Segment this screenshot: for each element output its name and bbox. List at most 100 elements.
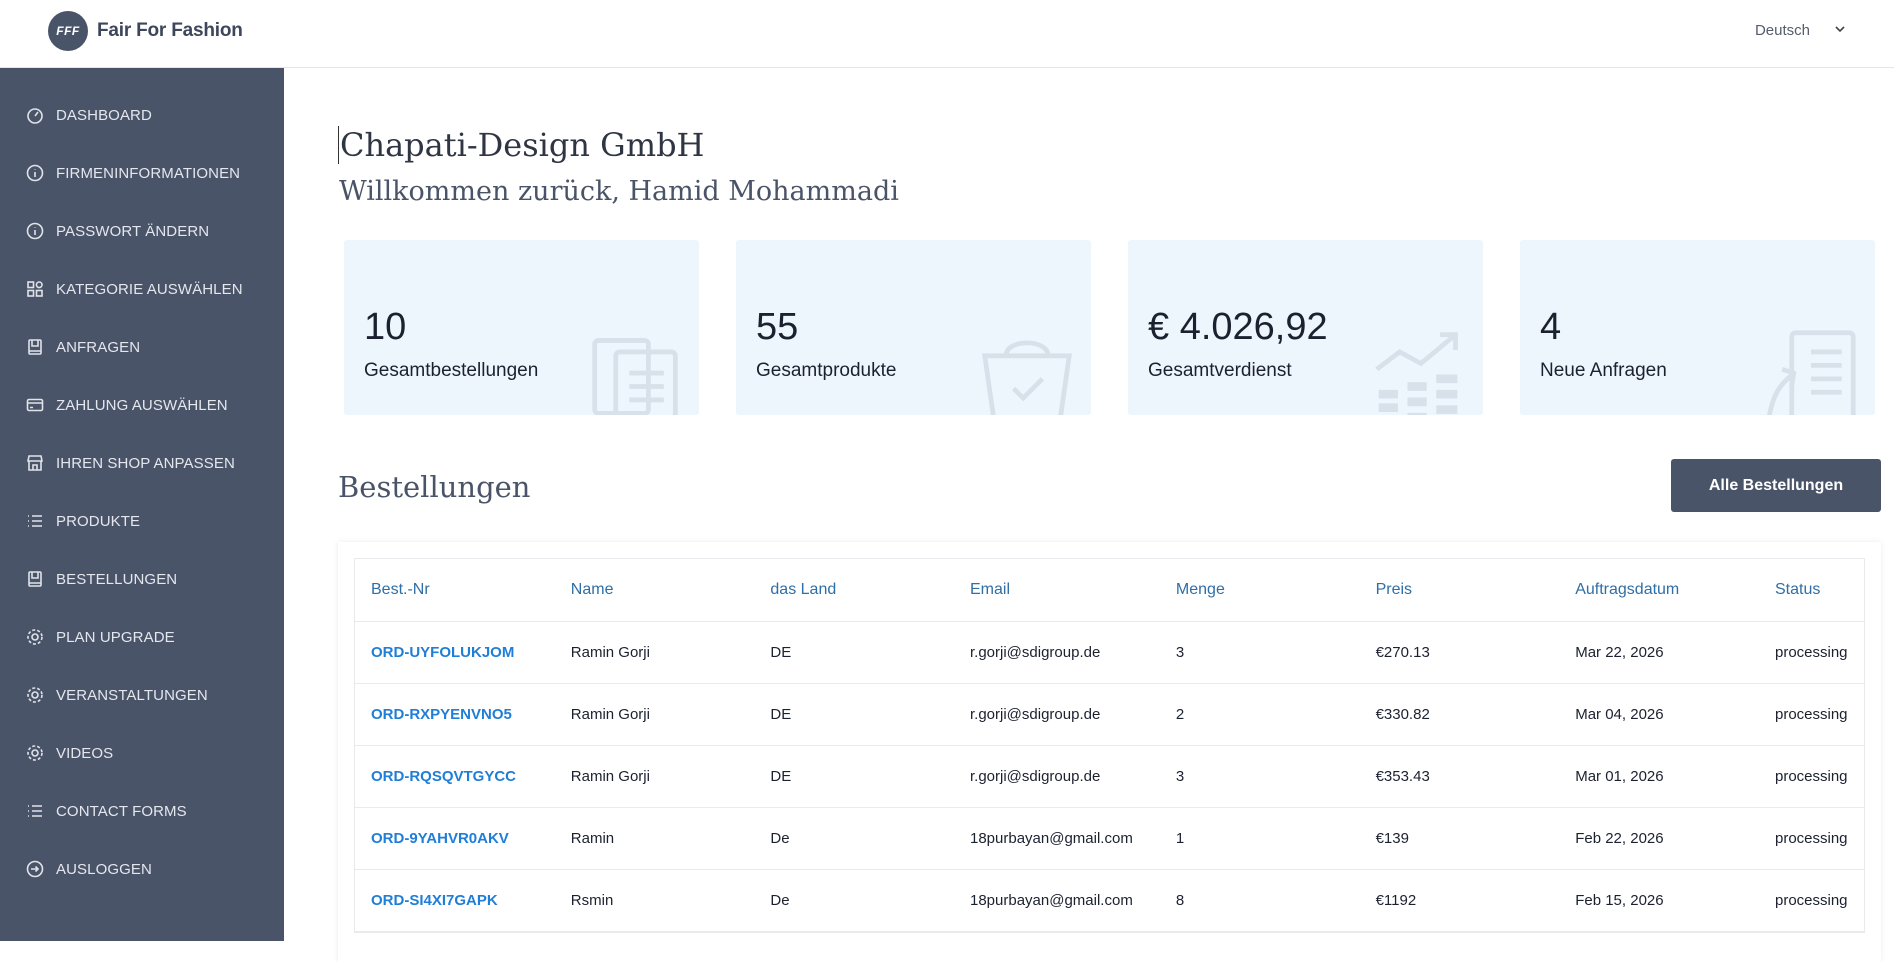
order-number-link[interactable]: ORD-9YAHVR0AKV <box>355 807 555 870</box>
orders-card: Best.-Nr Name das Land Email Menge Preis… <box>338 542 1881 962</box>
orders-table: Best.-Nr Name das Land Email Menge Preis… <box>355 559 1864 932</box>
order-number-link[interactable]: ORD-UYFOLUKJOM <box>355 621 555 684</box>
cell-date: Mar 01, 2026 <box>1559 745 1759 808</box>
column-header: das Land <box>754 559 954 622</box>
sidebar-item-dashboard[interactable]: DASHBOARD <box>0 86 284 144</box>
stat-card-products: 55 Gesamtprodukte <box>736 240 1091 415</box>
cell-country: De <box>754 869 954 932</box>
cell-quantity: 8 <box>1159 869 1360 932</box>
inbox-icon <box>24 336 46 358</box>
column-header: Email <box>954 559 1160 622</box>
stat-value: € 4.026,92 <box>1148 306 1328 348</box>
main-content: Chapati-Design GmbH Willkommen zurück, H… <box>284 68 1894 962</box>
sidebar: DASHBOARD FIRMENINFORMATIONEN PASSWORT Ä… <box>0 68 284 941</box>
stat-value: 55 <box>756 306 799 348</box>
column-header: Name <box>554 559 755 622</box>
cell-price: €270.13 <box>1359 621 1560 684</box>
sidebar-item-veranstaltungen[interactable]: VERANSTALTUNGEN <box>0 666 284 724</box>
cell-date: Mar 04, 2026 <box>1559 683 1759 746</box>
sidebar-item-label: BESTELLUNGEN <box>56 570 178 588</box>
sidebar-item-label: CONTACT FORMS <box>56 802 187 820</box>
orders-table-wrapper: Best.-Nr Name das Land Email Menge Preis… <box>354 558 1865 933</box>
info-icon <box>24 162 46 184</box>
order-number-link[interactable]: ORD-RXPYENVNO5 <box>355 683 555 746</box>
growth-chart-icon <box>1371 327 1467 415</box>
column-header: Auftragsdatum <box>1559 559 1759 622</box>
order-number-link[interactable]: ORD-RQSQVTGYCC <box>355 745 555 808</box>
all-orders-button[interactable]: Alle Bestellungen <box>1671 459 1881 512</box>
cell-status: processing <box>1758 683 1864 746</box>
gauge-icon <box>24 104 46 126</box>
sidebar-item-label: ANFRAGEN <box>56 338 141 356</box>
order-number-link[interactable]: ORD-SI4XI7GAPK <box>355 869 555 932</box>
sidebar-item-zahlung[interactable]: ZAHLUNG AUSWÄHLEN <box>0 376 284 434</box>
sidebar-item-anfragen[interactable]: ANFRAGEN <box>0 318 284 376</box>
cell-price: €353.43 <box>1359 745 1560 808</box>
table-row[interactable]: ORD-9YAHVR0AKV Ramin De 18purbayan@gmail… <box>355 807 1864 870</box>
stat-card-orders: 10 Gesamtbestellungen <box>344 240 699 415</box>
documents-icon <box>587 327 683 415</box>
column-header: Best.-Nr <box>355 559 555 622</box>
sidebar-item-kategorie[interactable]: KATEGORIE AUSWÄHLEN <box>0 260 284 318</box>
cell-name: Ramin Gorji <box>554 683 755 746</box>
cell-status: processing <box>1758 745 1864 808</box>
sidebar-item-label: VIDEOS <box>56 744 114 762</box>
cell-country: DE <box>754 683 954 746</box>
logo-text: Fair For Fashion <box>97 20 243 41</box>
sidebar-item-firmeninformationen[interactable]: FIRMENINFORMATIONEN <box>0 144 284 202</box>
column-header: Status <box>1758 559 1864 622</box>
language-select[interactable]: Deutsch <box>1755 22 1846 39</box>
table-row[interactable]: ORD-RXPYENVNO5 Ramin Gorji DE r.gorji@sd… <box>355 683 1864 746</box>
cell-quantity: 3 <box>1159 745 1360 808</box>
cell-price: €139 <box>1359 807 1560 870</box>
cell-status: processing <box>1758 621 1864 684</box>
company-name: Chapati-Design GmbH <box>338 126 705 164</box>
sidebar-item-passwort[interactable]: PASSWORT ÄNDERN <box>0 202 284 260</box>
cell-email: 18purbayan@gmail.com <box>954 807 1160 870</box>
cell-email: r.gorji@sdigroup.de <box>954 621 1160 684</box>
sidebar-item-videos[interactable]: VIDEOS <box>0 724 284 782</box>
sidebar-item-label: AUSLOGGEN <box>56 860 152 878</box>
cell-price: €1192 <box>1359 869 1560 932</box>
table-row[interactable]: ORD-SI4XI7GAPK Rsmin De 18purbayan@gmail… <box>355 869 1864 932</box>
list-icon <box>24 800 46 822</box>
logo-badge: FFF <box>48 11 88 51</box>
sidebar-item-produkte[interactable]: PRODUKTE <box>0 492 284 550</box>
cell-country: DE <box>754 745 954 808</box>
stat-label: Gesamtbestellungen <box>364 360 539 381</box>
top-header: FFF Fair For Fashion Deutsch <box>0 0 1894 68</box>
table-row[interactable]: ORD-UYFOLUKJOM Ramin Gorji DE r.gorji@sd… <box>355 621 1864 684</box>
cell-email: 18purbayan@gmail.com <box>954 869 1160 932</box>
sidebar-item-shop[interactable]: IHREN SHOP ANPASSEN <box>0 434 284 492</box>
chevron-down-icon <box>1834 22 1846 39</box>
sidebar-item-contact-forms[interactable]: CONTACT FORMS <box>0 782 284 840</box>
cell-email: r.gorji@sdigroup.de <box>954 683 1160 746</box>
logo[interactable]: FFF Fair For Fashion <box>48 11 243 51</box>
sidebar-item-ausloggen[interactable]: AUSLOGGEN <box>0 840 284 898</box>
grid-icon <box>24 278 46 300</box>
stats-row: 10 Gesamtbestellungen 55 Gesamtprodukte … <box>344 240 1875 415</box>
cell-date: Feb 22, 2026 <box>1559 807 1759 870</box>
cell-date: Mar 22, 2026 <box>1559 621 1759 684</box>
cell-date: Feb 15, 2026 <box>1559 869 1759 932</box>
sidebar-item-label: PLAN UPGRADE <box>56 628 175 646</box>
sidebar-item-plan-upgrade[interactable]: PLAN UPGRADE <box>0 608 284 666</box>
cell-email: r.gorji@sdigroup.de <box>954 745 1160 808</box>
sidebar-item-label: PRODUKTE <box>56 512 141 530</box>
cell-quantity: 1 <box>1159 807 1360 870</box>
cell-country: De <box>754 807 954 870</box>
sidebar-item-bestellungen[interactable]: BESTELLUNGEN <box>0 550 284 608</box>
sidebar-item-label: VERANSTALTUNGEN <box>56 686 208 704</box>
table-header-row: Best.-Nr Name das Land Email Menge Preis… <box>355 559 1864 622</box>
list-icon <box>24 510 46 532</box>
sidebar-item-label: DASHBOARD <box>56 106 152 124</box>
card-icon <box>24 394 46 416</box>
stat-label: Neue Anfragen <box>1540 360 1667 381</box>
cell-quantity: 2 <box>1159 683 1360 746</box>
table-row[interactable]: ORD-RQSQVTGYCC Ramin Gorji DE r.gorji@sd… <box>355 745 1864 808</box>
inbox-icon <box>24 568 46 590</box>
sidebar-item-label: FIRMENINFORMATIONEN <box>56 164 241 182</box>
sidebar-item-label: ZAHLUNG AUSWÄHLEN <box>56 396 228 414</box>
gear-icon <box>24 626 46 648</box>
logout-icon <box>24 858 46 880</box>
